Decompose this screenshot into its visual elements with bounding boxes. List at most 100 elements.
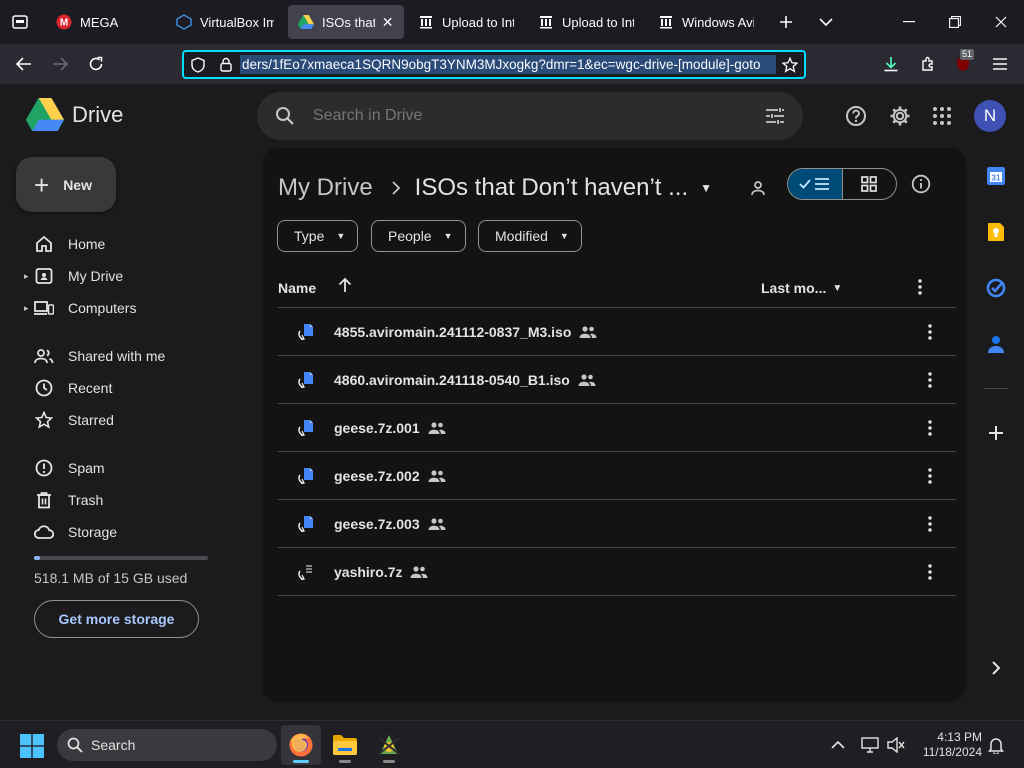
sidebar-item-trash[interactable]: Trash bbox=[24, 486, 103, 514]
more-vert-icon[interactable] bbox=[918, 279, 922, 295]
more-vert-icon[interactable] bbox=[918, 416, 942, 440]
add-app-plus-icon[interactable] bbox=[984, 421, 1008, 445]
file-row[interactable]: geese.7z.003 bbox=[278, 500, 956, 548]
breadcrumb-root[interactable]: My Drive bbox=[278, 174, 373, 202]
breadcrumb-current-folder[interactable]: ISOs that Don’t haven’t ... bbox=[415, 174, 688, 202]
system-clock[interactable]: 4:13 PM 11/18/2024 bbox=[918, 730, 982, 760]
sidebar-item-recent[interactable]: Recent bbox=[24, 374, 112, 402]
more-vert-icon[interactable] bbox=[918, 560, 942, 584]
archive-icon bbox=[658, 14, 674, 30]
more-vert-icon[interactable] bbox=[918, 464, 942, 488]
file-row[interactable]: yashiro.7z bbox=[278, 548, 956, 596]
taskbar-firefox[interactable] bbox=[281, 725, 321, 765]
file-name[interactable]: 4855.aviromain.241112-0837_M3.iso bbox=[334, 324, 571, 340]
tab-upload-2[interactable]: Upload to Inte bbox=[528, 5, 644, 39]
get-more-storage-button[interactable]: Get more storage bbox=[34, 600, 199, 638]
sidebar-item-shared[interactable]: Shared with me bbox=[24, 342, 165, 370]
minimize-icon[interactable] bbox=[886, 8, 932, 36]
windows-start-icon[interactable] bbox=[20, 734, 44, 758]
taskbar-app-3[interactable] bbox=[369, 725, 409, 765]
expand-caret-icon[interactable]: ▸ bbox=[24, 271, 34, 282]
tracking-shield-icon[interactable] bbox=[184, 53, 212, 77]
reload-icon[interactable] bbox=[83, 52, 109, 76]
taskbar-search-box[interactable]: Search bbox=[57, 729, 277, 761]
tasks-app-icon[interactable] bbox=[984, 276, 1008, 300]
search-icon[interactable] bbox=[257, 106, 313, 126]
chevron-right-icon[interactable] bbox=[984, 656, 1008, 680]
file-row[interactable]: 4860.aviromain.241118-0540_B1.iso bbox=[278, 356, 956, 404]
hamburger-menu-icon[interactable] bbox=[987, 52, 1013, 76]
expand-caret-icon[interactable]: ▸ bbox=[24, 303, 34, 314]
list-view-button[interactable] bbox=[788, 169, 843, 199]
search-options-icon[interactable] bbox=[747, 107, 803, 125]
window-close-icon[interactable] bbox=[978, 8, 1024, 36]
file-row[interactable]: 4855.aviromain.241112-0837_M3.iso bbox=[278, 308, 956, 356]
firefox-icon bbox=[288, 732, 314, 758]
help-icon[interactable] bbox=[844, 104, 868, 128]
grid-view-button[interactable] bbox=[843, 169, 897, 199]
file-row[interactable]: geese.7z.001 bbox=[278, 404, 956, 452]
back-icon[interactable] bbox=[11, 52, 37, 76]
name-column-header[interactable]: Name bbox=[278, 280, 316, 296]
more-vert-icon[interactable] bbox=[918, 320, 942, 344]
file-icon bbox=[278, 419, 334, 437]
shared-people-icon bbox=[428, 517, 446, 531]
sidebar-item-starred[interactable]: Starred bbox=[24, 406, 114, 434]
tab-mega[interactable]: M MEGA bbox=[46, 5, 162, 39]
manage-access-icon[interactable] bbox=[748, 176, 772, 200]
extensions-icon[interactable] bbox=[915, 52, 941, 76]
people-filter-chip[interactable]: People ▼ bbox=[371, 220, 466, 252]
info-icon[interactable] bbox=[909, 172, 933, 196]
more-vert-icon[interactable] bbox=[918, 368, 942, 392]
tab-drive-folder[interactable]: ISOs that D ✕ bbox=[288, 5, 404, 39]
modified-filter-chip[interactable]: Modified ▼ bbox=[478, 220, 582, 252]
sidebar-item-home[interactable]: Home bbox=[24, 230, 105, 258]
file-name[interactable]: yashiro.7z bbox=[334, 564, 402, 580]
keep-app-icon[interactable] bbox=[984, 220, 1008, 244]
settings-gear-icon[interactable] bbox=[888, 104, 912, 128]
calendar-app-icon[interactable]: 31 bbox=[984, 164, 1008, 188]
file-name[interactable]: geese.7z.003 bbox=[334, 516, 420, 532]
sidebar-item-computers[interactable]: ▸ Computers bbox=[24, 294, 136, 322]
downloads-icon[interactable] bbox=[878, 52, 904, 76]
notification-bell-icon[interactable] bbox=[986, 735, 1006, 755]
chevron-up-icon[interactable] bbox=[828, 735, 848, 755]
restore-icon[interactable] bbox=[932, 8, 978, 36]
url-bar[interactable]: ders/1fEo7xmaeca1SQRN9obgT3YNM3MJxogkg?d… bbox=[182, 50, 806, 79]
chevron-down-icon[interactable] bbox=[814, 10, 838, 34]
search-input[interactable] bbox=[313, 107, 747, 125]
drive-search-bar[interactable] bbox=[257, 92, 803, 140]
file-name[interactable]: geese.7z.002 bbox=[334, 468, 420, 484]
sort-arrow-up-icon[interactable] bbox=[338, 277, 352, 293]
url-text[interactable]: ders/1fEo7xmaeca1SQRN9obgT3YNM3MJxogkg?d… bbox=[240, 55, 776, 74]
taskbar-file-explorer[interactable] bbox=[325, 725, 365, 765]
firefox-view-icon[interactable] bbox=[8, 11, 32, 33]
account-avatar[interactable]: N bbox=[974, 100, 1006, 132]
sidebar-item-my-drive[interactable]: ▸ My Drive bbox=[24, 262, 123, 290]
type-filter-chip[interactable]: Type ▼ bbox=[277, 220, 359, 252]
drive-logo[interactable]: Drive bbox=[26, 98, 123, 132]
apps-grid-icon[interactable] bbox=[930, 104, 954, 128]
file-row[interactable]: geese.7z.002 bbox=[278, 452, 956, 500]
more-vert-icon[interactable] bbox=[918, 512, 942, 536]
caret-down-icon[interactable]: ▼ bbox=[700, 181, 712, 195]
tab-upload-1[interactable]: Upload to Inte bbox=[408, 5, 524, 39]
lock-icon[interactable] bbox=[212, 53, 240, 77]
close-icon[interactable]: ✕ bbox=[381, 14, 394, 30]
last-modified-column-header[interactable]: Last mo... ▼ bbox=[761, 280, 842, 296]
tab-virtualbox[interactable]: VirtualBox Ima bbox=[166, 5, 284, 39]
network-icon[interactable] bbox=[860, 735, 880, 755]
file-name[interactable]: 4860.aviromain.241118-0540_B1.iso bbox=[334, 372, 570, 388]
sidebar-item-spam[interactable]: Spam bbox=[24, 454, 105, 482]
new-button[interactable]: + New bbox=[16, 157, 116, 212]
file-name[interactable]: geese.7z.001 bbox=[334, 420, 420, 436]
tab-windows-aviromain[interactable]: Windows Avir bbox=[648, 5, 764, 39]
ublock-extension-icon[interactable]: 51 bbox=[950, 49, 976, 76]
bookmark-star-icon[interactable] bbox=[776, 56, 804, 73]
contacts-app-icon[interactable] bbox=[984, 332, 1008, 356]
side-panel-divider bbox=[984, 388, 1008, 389]
new-tab-icon[interactable] bbox=[774, 10, 798, 34]
volume-muted-icon[interactable] bbox=[886, 735, 906, 755]
forward-icon[interactable] bbox=[47, 52, 73, 76]
sidebar-item-storage[interactable]: Storage bbox=[24, 518, 117, 546]
